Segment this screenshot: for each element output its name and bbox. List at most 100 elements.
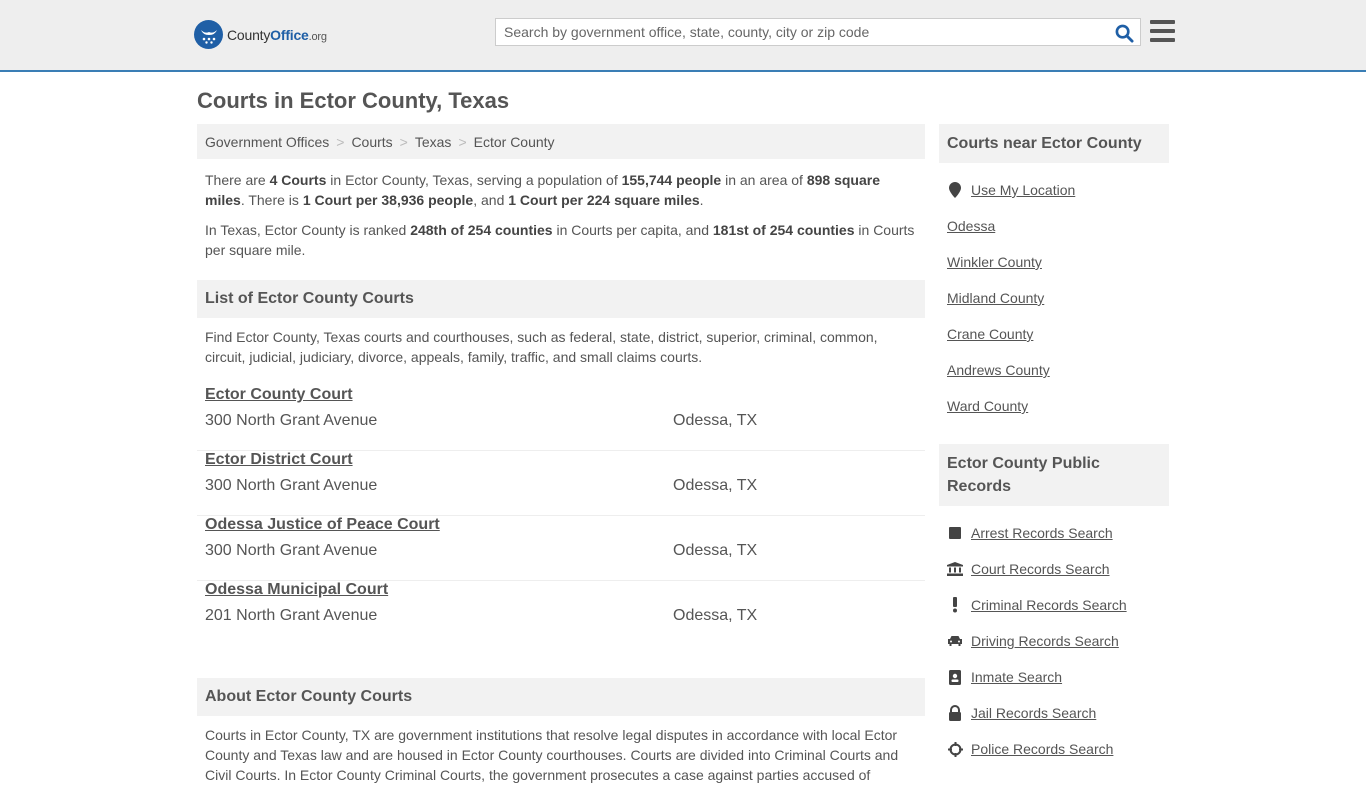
logo-brand: County (227, 26, 271, 43)
court-address: 300 North Grant Avenue (205, 477, 378, 494)
public-records-list: Arrest Records Search Court Records Sear… (939, 515, 1169, 767)
main-content: Government Offices > Courts > Texas > Ec… (197, 124, 925, 785)
nearby-item: Ward County (947, 388, 1161, 424)
nearby-item: Odessa (947, 208, 1161, 244)
court-city: Odessa, TX (673, 607, 758, 624)
summary-paragraph: There are 4 Courts in Ector County, Texa… (197, 170, 925, 210)
court-list-item: Ector District Court 300 North Grant Ave… (197, 451, 925, 516)
rank-per-capita: 248th of 254 counties (410, 222, 553, 238)
court-address: 201 North Grant Avenue (205, 607, 378, 624)
search-button[interactable] (1112, 21, 1136, 45)
car-icon (947, 633, 963, 649)
logo-brand-bold: Office (270, 26, 309, 43)
text: , and (473, 192, 509, 208)
text: In Texas, Ector County is ranked (205, 222, 411, 238)
search-icon (1115, 24, 1134, 43)
records-item: Jail Records Search (947, 695, 1161, 731)
nearby-list: Use My Location Odessa Winkler County Mi… (939, 172, 1169, 424)
nearby-item: Winkler County (947, 244, 1161, 280)
logo-tld: .org (308, 30, 327, 43)
court-address: 300 North Grant Avenue (205, 542, 378, 559)
records-item: Criminal Records Search (947, 587, 1161, 623)
court-city: Odessa, TX (673, 412, 758, 429)
hamburger-menu-icon[interactable] (1150, 20, 1175, 42)
court-name-link[interactable]: Odessa Justice of Peace Court (205, 516, 440, 534)
site-header: CountyOffice.org (0, 0, 1366, 72)
breadcrumb-texas[interactable]: Texas (415, 134, 452, 150)
breadcrumb-courts[interactable]: Courts (351, 134, 392, 150)
court-list: Ector County Court 300 North Grant Avenu… (197, 386, 925, 646)
id-badge-icon (947, 669, 963, 685)
records-item: Arrest Records Search (947, 515, 1161, 551)
court-list-intro: Find Ector County, Texas courts and cour… (205, 329, 878, 365)
nearby-link-andrews-county[interactable]: Andrews County (947, 362, 1050, 378)
about-text: Courts in Ector County, TX are governmen… (205, 727, 899, 783)
court-list-heading: List of Ector County Courts (197, 280, 925, 318)
nearby-link-ward-county[interactable]: Ward County (947, 398, 1028, 414)
sidebar: Courts near Ector County Use My Location… (939, 124, 1169, 767)
court-address: 300 North Grant Avenue (205, 412, 378, 429)
nearby-item: Midland County (947, 280, 1161, 316)
police-records-link[interactable]: Police Records Search (971, 741, 1113, 757)
records-item: Driving Records Search (947, 623, 1161, 659)
crosshairs-icon (947, 741, 963, 757)
eagle-stars-icon (194, 20, 223, 49)
text: There are (205, 172, 270, 188)
records-item: Police Records Search (947, 731, 1161, 767)
ranking-paragraph: In Texas, Ector County is ranked 248th o… (197, 220, 925, 260)
nearby-link-odessa[interactable]: Odessa (947, 218, 995, 234)
court-list-item: Odessa Municipal Court 201 North Grant A… (197, 581, 925, 646)
nearby-link-crane-county[interactable]: Crane County (947, 326, 1033, 342)
search-bar (495, 18, 1141, 46)
about-heading: About Ector County Courts (197, 678, 925, 716)
exclamation-icon (947, 597, 963, 613)
court-count: 4 Courts (269, 172, 327, 188)
text: . There is (240, 192, 303, 208)
records-item: Inmate Search (947, 659, 1161, 695)
map-marker-icon (947, 182, 963, 198)
menu-bar (1150, 38, 1175, 42)
search-input[interactable] (496, 19, 1096, 45)
nearby-link-winkler-county[interactable]: Winkler County (947, 254, 1042, 270)
courts-per-capita: 1 Court per 38,936 people (302, 192, 474, 208)
courthouse-icon (947, 561, 963, 577)
court-list-item: Ector County Court 300 North Grant Avenu… (197, 386, 925, 451)
public-records-heading: Ector County Public Records (939, 444, 1169, 506)
inmate-search-link[interactable]: Inmate Search (971, 669, 1062, 685)
text: . (699, 192, 704, 208)
breadcrumb-separator: > (399, 133, 408, 150)
logo-text: CountyOffice.org (227, 27, 327, 43)
site-logo[interactable]: CountyOffice.org (194, 20, 327, 49)
court-city: Odessa, TX (673, 477, 758, 494)
records-item: Court Records Search (947, 551, 1161, 587)
use-my-location-link[interactable]: Use My Location (971, 182, 1075, 198)
menu-bar (1150, 29, 1175, 33)
text: in Courts per capita, and (552, 222, 713, 238)
court-records-link[interactable]: Court Records Search (971, 561, 1110, 577)
driving-records-link[interactable]: Driving Records Search (971, 633, 1119, 649)
square-icon (947, 525, 963, 541)
breadcrumb-separator: > (458, 133, 467, 150)
rank-per-area: 181st of 254 counties (712, 222, 855, 238)
jail-records-link[interactable]: Jail Records Search (971, 705, 1096, 721)
court-name-link[interactable]: Odessa Municipal Court (205, 581, 388, 599)
arrest-records-link[interactable]: Arrest Records Search (971, 525, 1113, 541)
breadcrumb-ector-county: Ector County (473, 133, 555, 150)
courts-per-area: 1 Court per 224 square miles (508, 192, 700, 208)
court-city: Odessa, TX (673, 542, 758, 559)
nearby-item: Crane County (947, 316, 1161, 352)
courts-near-heading: Courts near Ector County (939, 124, 1169, 163)
nearby-item: Andrews County (947, 352, 1161, 388)
court-name-link[interactable]: Ector District Court (205, 451, 353, 469)
breadcrumb-government-offices[interactable]: Government Offices (205, 134, 329, 150)
court-list-item: Odessa Justice of Peace Court 300 North … (197, 516, 925, 581)
page-title: Courts in Ector County, Texas (197, 88, 510, 113)
court-name-link[interactable]: Ector County Court (205, 386, 353, 404)
text: in an area of (721, 172, 807, 188)
menu-bar (1150, 20, 1175, 24)
lock-icon (947, 705, 963, 721)
population: 155,744 people (621, 172, 722, 188)
criminal-records-link[interactable]: Criminal Records Search (971, 597, 1127, 613)
nearby-link-midland-county[interactable]: Midland County (947, 290, 1044, 306)
use-my-location-item: Use My Location (947, 172, 1161, 208)
